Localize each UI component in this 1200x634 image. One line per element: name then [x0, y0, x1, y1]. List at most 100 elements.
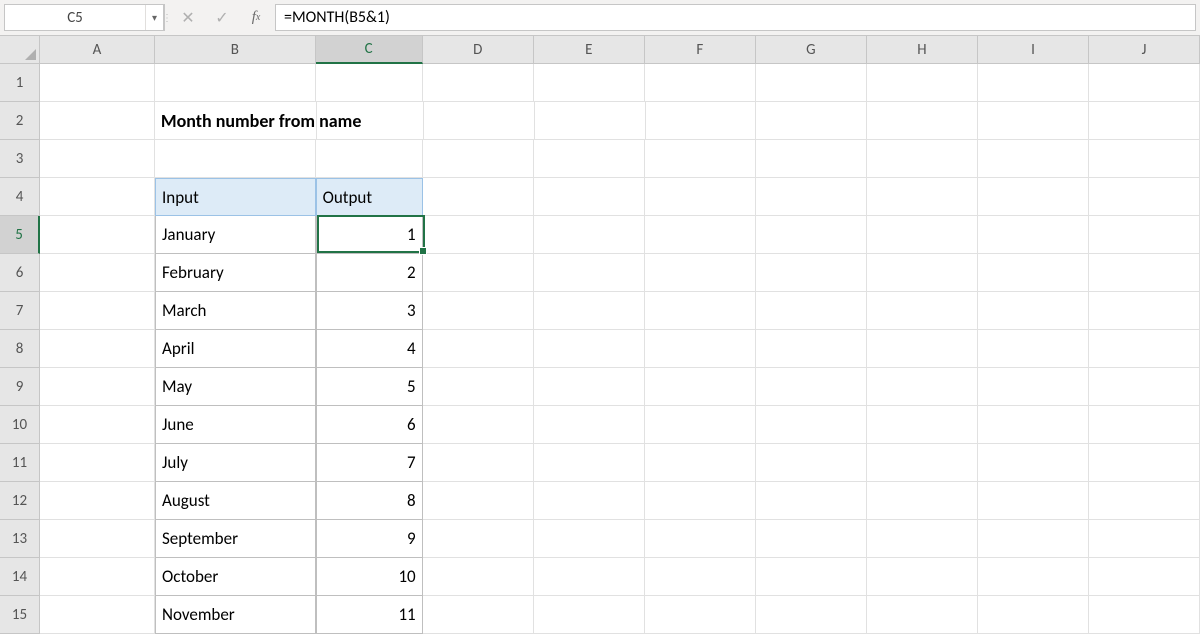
cell[interactable]	[534, 558, 645, 596]
cell[interactable]	[534, 140, 645, 178]
cell[interactable]	[423, 178, 534, 216]
cell[interactable]	[1089, 254, 1200, 292]
cell[interactable]	[978, 102, 1089, 140]
row-header-6[interactable]: 6	[0, 254, 39, 292]
row-header-5[interactable]: 5	[0, 216, 40, 254]
row-header-9[interactable]: 9	[0, 368, 39, 406]
cell[interactable]	[646, 102, 757, 140]
table-cell-output[interactable]: 9	[316, 520, 423, 558]
cell[interactable]	[1089, 368, 1200, 406]
cell[interactable]	[1089, 102, 1200, 140]
cell[interactable]	[756, 102, 867, 140]
table-cell-output[interactable]: 4	[316, 330, 423, 368]
cell[interactable]	[40, 330, 155, 368]
cell[interactable]	[978, 330, 1089, 368]
cell[interactable]	[534, 368, 645, 406]
cell[interactable]	[867, 292, 978, 330]
cell[interactable]	[756, 64, 867, 102]
table-cell-input[interactable]: November	[155, 596, 316, 634]
cell[interactable]	[645, 216, 756, 254]
cell[interactable]	[867, 406, 978, 444]
cell[interactable]	[645, 406, 756, 444]
cell[interactable]	[756, 140, 867, 178]
cell[interactable]	[867, 368, 978, 406]
cell[interactable]	[155, 64, 316, 102]
table-cell-output[interactable]: 11	[316, 596, 423, 634]
name-box-dropdown-icon[interactable]: ▾	[145, 5, 163, 30]
cell[interactable]	[1089, 292, 1200, 330]
cell[interactable]	[756, 292, 867, 330]
cell[interactable]	[40, 482, 155, 520]
cell[interactable]	[645, 178, 756, 216]
cell[interactable]	[423, 596, 534, 634]
cell[interactable]	[423, 140, 534, 178]
cell[interactable]	[867, 102, 978, 140]
cells-area[interactable]: Month number from nameInputOutputJanuary…	[40, 64, 1200, 630]
table-header-input[interactable]: Input	[155, 178, 316, 216]
cell[interactable]	[423, 406, 534, 444]
table-cell-output[interactable]: 1	[316, 216, 423, 254]
cell[interactable]	[978, 178, 1089, 216]
row-header-13[interactable]: 13	[0, 520, 39, 558]
cell[interactable]	[867, 520, 978, 558]
table-cell-input[interactable]: August	[155, 482, 316, 520]
table-cell-input[interactable]: October	[155, 558, 316, 596]
cell[interactable]	[867, 140, 978, 178]
name-box[interactable]: C5 ▾	[4, 4, 164, 31]
column-header-B[interactable]: B	[155, 36, 316, 63]
column-header-G[interactable]: G	[756, 36, 867, 63]
cell[interactable]	[423, 520, 534, 558]
cell[interactable]	[535, 102, 646, 140]
cell[interactable]	[423, 444, 534, 482]
cell[interactable]	[756, 406, 867, 444]
cell[interactable]	[1089, 406, 1200, 444]
cell[interactable]	[40, 254, 155, 292]
column-header-E[interactable]: E	[534, 36, 645, 63]
column-header-A[interactable]: A	[40, 36, 155, 63]
cell[interactable]	[978, 444, 1089, 482]
column-header-J[interactable]: J	[1089, 36, 1200, 63]
insert-function-icon[interactable]: fx	[239, 4, 273, 32]
table-cell-output[interactable]: 7	[316, 444, 423, 482]
cell[interactable]	[423, 368, 534, 406]
cell[interactable]	[317, 102, 424, 140]
cell[interactable]	[867, 482, 978, 520]
cell[interactable]	[756, 216, 867, 254]
table-cell-input[interactable]: February	[155, 254, 316, 292]
cell[interactable]	[534, 178, 645, 216]
cell[interactable]	[1089, 558, 1200, 596]
column-header-I[interactable]: I	[978, 36, 1089, 63]
cell[interactable]	[1089, 444, 1200, 482]
cell[interactable]	[978, 558, 1089, 596]
table-cell-output[interactable]: 5	[316, 368, 423, 406]
page-title[interactable]: Month number from name	[155, 102, 317, 140]
cell[interactable]	[978, 64, 1089, 102]
cell[interactable]	[867, 330, 978, 368]
cell[interactable]	[978, 254, 1089, 292]
cancel-icon[interactable]: ✕	[171, 4, 205, 32]
table-cell-output[interactable]: 10	[316, 558, 423, 596]
cell[interactable]	[978, 520, 1089, 558]
cell[interactable]	[867, 558, 978, 596]
row-header-1[interactable]: 1	[0, 64, 39, 102]
cell[interactable]	[155, 140, 316, 178]
row-header-15[interactable]: 15	[0, 596, 39, 634]
table-cell-input[interactable]: May	[155, 368, 316, 406]
column-header-C[interactable]: C	[316, 36, 423, 64]
cell[interactable]	[978, 368, 1089, 406]
cell[interactable]	[645, 368, 756, 406]
cell[interactable]	[1089, 596, 1200, 634]
row-header-7[interactable]: 7	[0, 292, 39, 330]
cell[interactable]	[645, 330, 756, 368]
cell[interactable]	[867, 64, 978, 102]
cell[interactable]	[316, 140, 423, 178]
cell[interactable]	[867, 596, 978, 634]
cell[interactable]	[978, 216, 1089, 254]
cell[interactable]	[756, 444, 867, 482]
cell[interactable]	[645, 292, 756, 330]
cell[interactable]	[1089, 178, 1200, 216]
enter-icon[interactable]: ✓	[205, 4, 239, 32]
cell[interactable]	[645, 64, 756, 102]
cell[interactable]	[40, 216, 155, 254]
cell[interactable]	[423, 254, 534, 292]
